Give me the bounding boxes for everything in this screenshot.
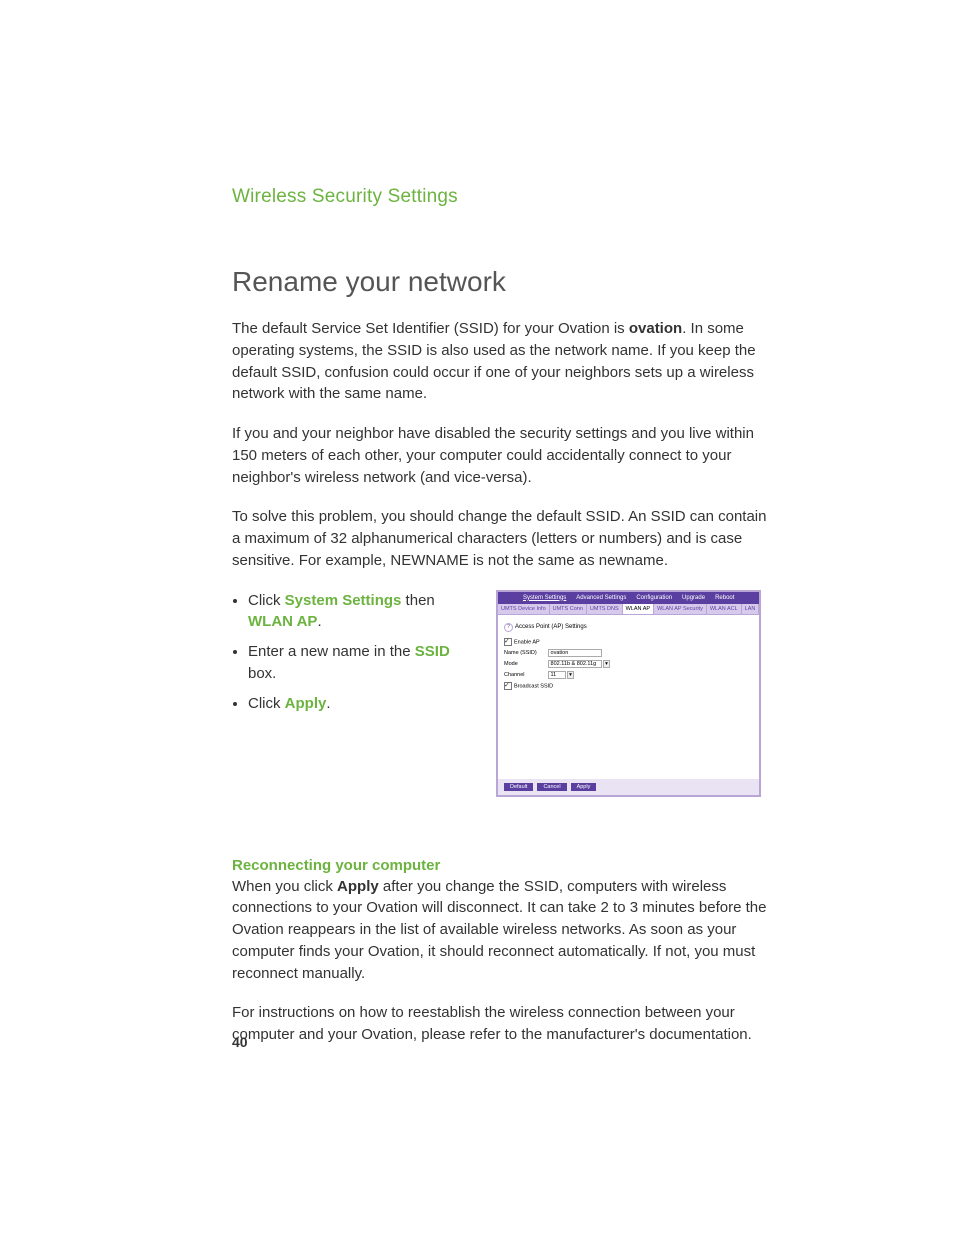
ui-ref: WLAN AP: [248, 613, 317, 630]
text: then: [401, 592, 434, 609]
tab: WLAN ACL: [707, 604, 742, 614]
label: Mode: [504, 661, 546, 667]
tab: UMTS Conn: [550, 604, 587, 614]
chevron-down-icon: ▾: [567, 671, 574, 679]
label: Broadcast SSID: [514, 683, 553, 689]
channel-field: 11: [548, 671, 566, 679]
subsection-heading: Reconnecting your computer: [232, 857, 777, 874]
nav-item: System Settings: [523, 595, 566, 601]
tab: LAN: [742, 604, 760, 614]
text: Click: [248, 592, 285, 609]
page-content: Wireless Security Settings Rename your n…: [232, 186, 777, 1064]
mode-field: 802.11b & 802.11g: [548, 660, 602, 668]
text: When you click: [232, 878, 337, 895]
nav-item: Configuration: [636, 595, 672, 601]
router-tab-bar: UMTS Device Info UMTS Conn UMTS DNS WLAN…: [498, 604, 759, 615]
text: Enter a new name in the: [248, 643, 415, 660]
nav-item: Reboot: [715, 595, 734, 601]
ssid-default-name: ovation: [629, 320, 682, 337]
chevron-down-icon: ▾: [603, 660, 610, 668]
reconnect-para-2: For instructions on how to reestablish t…: [232, 1002, 777, 1046]
ui-ref: Apply: [337, 878, 379, 895]
text: Access Point (AP) Settings: [515, 624, 587, 630]
text: box.: [248, 665, 276, 682]
checkbox-icon: [504, 638, 512, 646]
text: The default Service Set Identifier (SSID…: [232, 320, 629, 337]
tab: WLAN AP Security: [654, 604, 707, 614]
router-panel: ?Access Point (AP) Settings Enable AP Na…: [498, 615, 759, 779]
router-top-nav: System Settings Advanced Settings Config…: [498, 592, 759, 604]
reconnect-para-1: When you click Apply after you change th…: [232, 876, 777, 985]
text: .: [326, 695, 330, 712]
tab-active: WLAN AP: [623, 604, 654, 614]
apply-button: Apply: [571, 783, 597, 791]
tab: UMTS Device Info: [498, 604, 550, 614]
ui-ref: Apply: [285, 695, 327, 712]
instructions-row: Click System Settings then WLAN AP. Ente…: [232, 590, 777, 797]
default-button: Default: [504, 783, 533, 791]
enable-ap-row: Enable AP: [504, 638, 753, 646]
paragraph-3: To solve this problem, you should change…: [232, 506, 777, 571]
ui-ref: System Settings: [285, 592, 402, 609]
list-item: Enter a new name in the SSID box.: [248, 641, 478, 685]
router-ui-screenshot: System Settings Advanced Settings Config…: [496, 590, 761, 797]
instruction-list: Click System Settings then WLAN AP. Ente…: [232, 590, 478, 723]
panel-title: ?Access Point (AP) Settings: [504, 623, 753, 632]
section-header: Wireless Security Settings: [232, 186, 777, 208]
list-item: Click Apply.: [248, 693, 478, 715]
list-item: Click System Settings then WLAN AP.: [248, 590, 478, 634]
router-button-bar: Default Cancel Apply: [498, 779, 759, 795]
ssid-field: ovation: [548, 649, 602, 657]
cancel-button: Cancel: [537, 783, 566, 791]
page-title: Rename your network: [232, 266, 777, 298]
label: Enable AP: [514, 639, 540, 645]
ui-ref: SSID: [415, 643, 450, 660]
nav-item: Advanced Settings: [576, 595, 626, 601]
broadcast-row: Broadcast SSID: [504, 682, 753, 690]
tab: UMTS DNS: [587, 604, 623, 614]
help-icon: ?: [504, 623, 513, 632]
checkbox-icon: [504, 682, 512, 690]
mode-row: Mode 802.11b & 802.11g ▾: [504, 660, 753, 668]
label: Name (SSID): [504, 650, 546, 656]
nav-item: Upgrade: [682, 595, 705, 601]
channel-row: Channel 11 ▾: [504, 671, 753, 679]
page-number: 40: [232, 1034, 248, 1050]
paragraph-2: If you and your neighbor have disabled t…: [232, 423, 777, 488]
paragraph-1: The default Service Set Identifier (SSID…: [232, 318, 777, 405]
text: .: [317, 613, 321, 630]
text: Click: [248, 695, 285, 712]
ssid-row: Name (SSID) ovation: [504, 649, 753, 657]
label: Channel: [504, 672, 546, 678]
